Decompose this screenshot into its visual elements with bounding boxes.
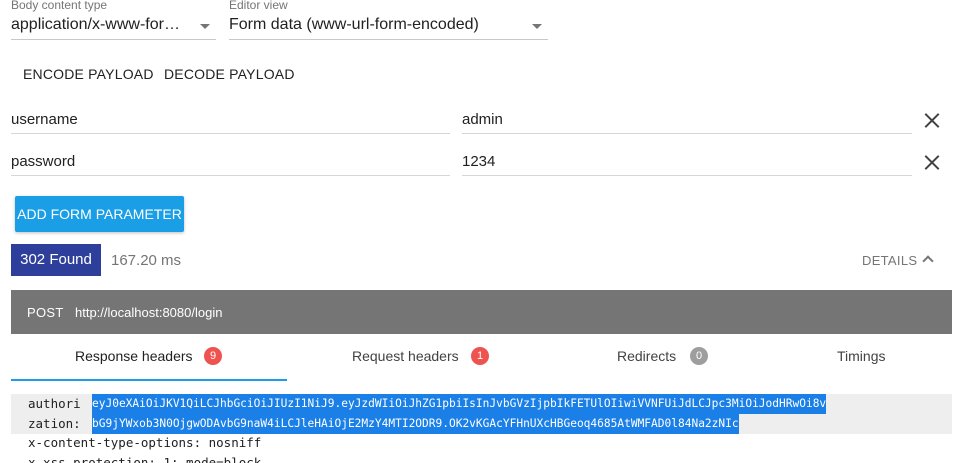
header-row: x-xss-protection: 1; mode=block	[28, 455, 262, 463]
tab-timings[interactable]: Timings	[837, 348, 886, 364]
param-name-underline	[11, 133, 450, 134]
tab-badge: 0	[690, 347, 708, 365]
close-icon[interactable]	[924, 112, 940, 128]
param-name-input[interactable]: password	[11, 153, 75, 170]
request-method: POST	[27, 305, 64, 320]
header-value[interactable]: bG9jYWxob3N0OjgwODAvbG9naW4iLCJleHAiOjE2…	[92, 414, 739, 434]
header-name: zation:	[28, 416, 81, 431]
chevron-down-icon[interactable]	[532, 24, 542, 29]
param-value-underline	[462, 133, 912, 134]
body-content-type-label: Body content type	[11, 0, 108, 12]
details-toggle-button[interactable]: DETAILS	[862, 253, 917, 268]
active-tab-indicator	[11, 379, 287, 381]
tab-badge: 1	[471, 347, 489, 365]
editor-view-select[interactable]: Form data (www-url-form-encoded)	[229, 16, 519, 34]
chevron-up-icon[interactable]	[922, 255, 934, 267]
header-value-clip: bG9jYWxob3N0OjgwODAvbG9naW4iLCJleHAiOjE2…	[92, 414, 938, 434]
body-content-type-select[interactable]: application/x-www-for…	[11, 16, 186, 34]
header-value[interactable]: eyJ0eXAiOiJKV1QiLCJhbGciOiJIUzI1NiJ9.eyJ…	[92, 394, 827, 414]
param-name-underline	[11, 175, 450, 176]
tab-badge: 9	[204, 347, 222, 365]
request-url: http://localhost:8080/login	[75, 305, 223, 320]
status-badge: 302 Found	[11, 244, 101, 276]
editor-view-underline	[229, 39, 548, 40]
chevron-down-icon[interactable]	[200, 24, 210, 29]
param-value-input[interactable]: 1234	[462, 153, 495, 170]
encode-payload-button[interactable]: ENCODE PAYLOAD	[23, 66, 154, 82]
close-icon[interactable]	[924, 154, 940, 170]
tab-redirects[interactable]: Redirects	[617, 348, 676, 364]
param-name-input[interactable]: username	[11, 111, 78, 128]
param-value-underline	[462, 175, 912, 176]
tab-response-headers[interactable]: Response headers	[75, 348, 193, 364]
param-value-input[interactable]: admin	[462, 111, 503, 128]
response-time: 167.20 ms	[111, 252, 182, 269]
header-row: x-content-type-options: nosniff	[28, 435, 262, 450]
header-value-clip: eyJ0eXAiOiJKV1QiLCJhbGciOiJIUzI1NiJ9.eyJ…	[92, 394, 938, 414]
decode-payload-button[interactable]: DECODE PAYLOAD	[164, 66, 295, 82]
tab-request-headers[interactable]: Request headers	[352, 348, 459, 364]
add-form-parameter-button[interactable]: ADD FORM PARAMETER	[15, 196, 184, 232]
editor-view-label: Editor view	[229, 0, 288, 12]
body-content-type-underline	[11, 39, 216, 40]
header-name: authori	[28, 396, 81, 411]
